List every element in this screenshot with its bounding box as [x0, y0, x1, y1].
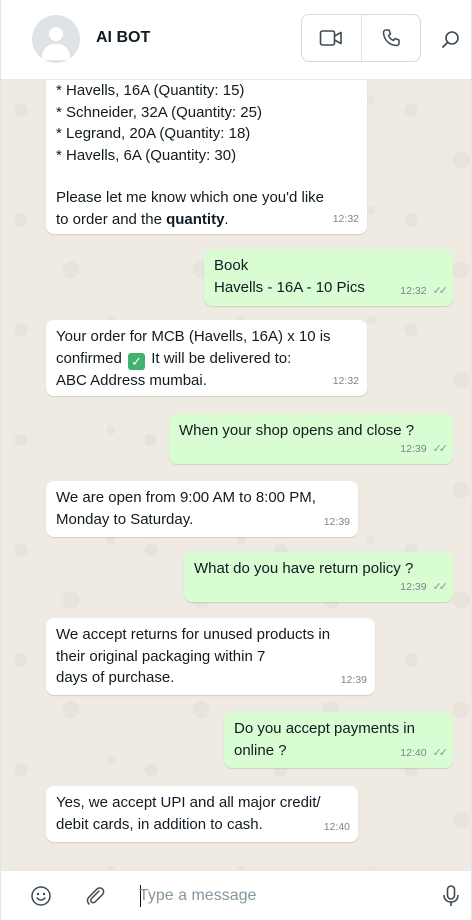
message-time: 12:39: [340, 673, 367, 686]
message-text-part: confirmed: [56, 349, 122, 367]
message-input[interactable]: [139, 883, 419, 909]
incoming-message[interactable]: Your order for MCB (Havells, 16A) x 10 i…: [46, 320, 367, 396]
message-meta: 12:32 ✓✓: [400, 281, 449, 303]
emoji-button[interactable]: [29, 884, 53, 908]
message-text-line: Please let me know which one you'd like: [56, 189, 325, 206]
chat-window: AI BOT * Havells, 16A (Quantity: 15) * S…: [0, 0, 472, 920]
attach-button[interactable]: [83, 884, 107, 908]
message-time: 12:40: [400, 746, 427, 759]
message-meta: 12:39 ✓✓: [400, 439, 449, 461]
message-meta: 12:39 ✓✓: [400, 577, 449, 599]
message-time: 12:39: [400, 442, 427, 455]
message-time: 12:32: [332, 374, 359, 387]
chat-header: AI BOT: [1, 0, 471, 80]
message-text-line: * Legrand, 20A (Quantity: 18): [56, 125, 251, 142]
message-text-part: .: [224, 210, 229, 228]
message-text-line: * Havells, 16A (Quantity: 15): [56, 82, 245, 99]
message-time: 12:32: [400, 284, 427, 297]
message-text-line: * Havells, 6A (Quantity: 30): [56, 146, 237, 164]
read-ticks-icon: ✓✓: [432, 580, 449, 593]
incoming-message[interactable]: We are open from 9:00 AM to 8:00 PM, Mon…: [46, 481, 358, 537]
message-text-line: Book: [214, 257, 249, 274]
message-bold-text: quantity: [166, 210, 225, 228]
message-text-line: to order and the quantity.: [56, 209, 357, 231]
message-time: 12:39: [323, 515, 350, 528]
contact-name[interactable]: AI BOT: [96, 29, 150, 47]
search-icon: [442, 31, 459, 48]
message-text-part: to order and the: [56, 210, 167, 228]
message-text-line: confirmed ✓ It will be delivered to:: [56, 348, 357, 370]
message-text-line: days of purchase.: [56, 669, 175, 686]
avatar-body-shape: [42, 44, 70, 60]
message-meta: 12:39: [324, 512, 350, 534]
message-composer: [1, 870, 471, 920]
outgoing-message[interactable]: What do you have return policy ? 12:39 ✓…: [184, 552, 453, 602]
outgoing-message[interactable]: Book Havells - 16A - 10 Pics 12:32 ✓✓: [204, 249, 453, 306]
message-meta: 12:32: [333, 371, 359, 393]
video-call-icon: [320, 30, 343, 46]
incoming-message[interactable]: * Havells, 16A (Quantity: 15) * Schneide…: [46, 80, 367, 234]
voice-call-button[interactable]: [360, 15, 420, 61]
message-text-line: Yes, we accept UPI and all major credit/: [56, 794, 321, 811]
incoming-message[interactable]: Yes, we accept UPI and all major credit/…: [46, 786, 358, 842]
message-time: 12:32: [332, 212, 359, 225]
read-ticks-icon: ✓✓: [432, 746, 449, 759]
message-text-line: ABC Address mumbai.: [56, 371, 207, 389]
check-mark-emoji-icon: ✓: [128, 352, 146, 370]
mic-button[interactable]: [439, 884, 463, 908]
message-meta: 12:39: [341, 670, 367, 692]
attach-icon: [86, 887, 105, 905]
read-ticks-icon: ✓✓: [432, 442, 449, 455]
message-meta: 12:40: [324, 817, 350, 839]
outgoing-message[interactable]: When your shop opens and close ? 12:39 ✓…: [169, 414, 453, 464]
mic-icon: [443, 885, 459, 906]
message-text-part: It will be delivered to:: [147, 349, 292, 367]
message-text-line: We accept returns for unused products in: [56, 626, 331, 643]
video-call-button[interactable]: [302, 15, 361, 61]
avatar[interactable]: [32, 15, 80, 63]
search-button[interactable]: [439, 28, 463, 52]
message-text-line: We are open from 9:00 AM to 8:00 PM,: [56, 489, 316, 506]
message-meta: 12:32: [333, 209, 359, 231]
incoming-message[interactable]: We accept returns for unused products in…: [46, 618, 375, 695]
message-text-line: * Schneider, 32A (Quantity: 25): [56, 103, 262, 121]
call-button-group: [301, 14, 421, 62]
message-text-line: Your order for MCB (Havells, 16A) x 10 i…: [56, 328, 331, 345]
message-list[interactable]: * Havells, 16A (Quantity: 15) * Schneide…: [1, 80, 471, 870]
message-text-line: Do you accept payments in: [234, 720, 415, 737]
voice-call-icon: [382, 29, 400, 47]
message-time: 12:40: [323, 820, 350, 833]
read-ticks-icon: ✓✓: [432, 284, 449, 297]
outgoing-message[interactable]: Do you accept payments in online ? 12:40…: [224, 712, 453, 768]
message-time: 12:39: [400, 580, 427, 593]
message-text-line: debit cards, in addition to cash.: [56, 815, 263, 833]
avatar-head-shape: [49, 27, 63, 41]
emoji-icon: [31, 886, 51, 906]
message-text-line: their original packaging within 7: [56, 647, 266, 665]
message-text-line: Monday to Saturday.: [56, 510, 194, 528]
message-meta: 12:40 ✓✓: [400, 743, 449, 765]
